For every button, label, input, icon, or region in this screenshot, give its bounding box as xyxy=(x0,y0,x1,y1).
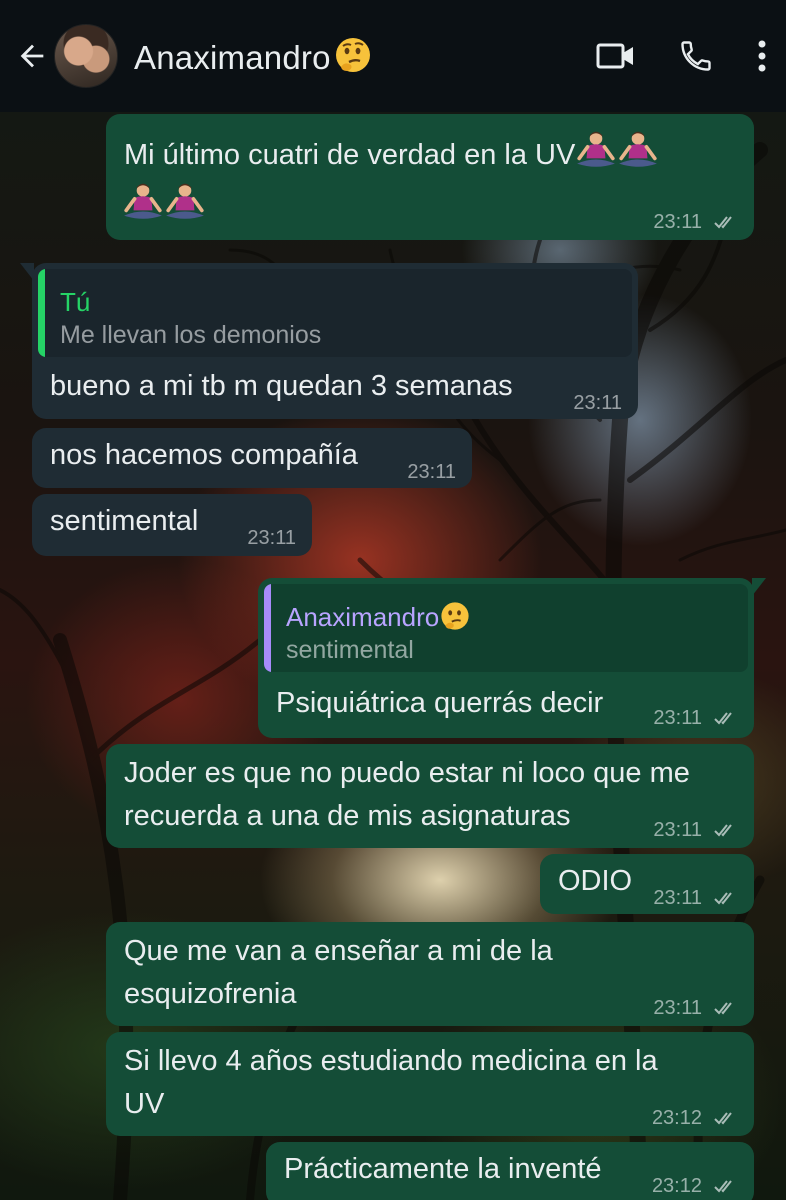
contact-name-text: Anaximandro xyxy=(134,39,331,76)
message-meta: 23:12 xyxy=(652,1106,738,1130)
message-meta: 23:11 xyxy=(653,818,738,842)
read-ticks-icon xyxy=(714,216,732,228)
message-text: sentimental xyxy=(50,505,199,537)
reply-author: Anaximandro xyxy=(286,602,440,632)
message-outgoing[interactable]: Si llevo 4 años estudiando medicina en l… xyxy=(106,1032,754,1136)
bubble-tail xyxy=(20,263,34,281)
message-text-line: esquizofrenia xyxy=(124,978,297,1010)
message-time: 23:12 xyxy=(651,1175,702,1197)
message-meta: 23:11 xyxy=(407,460,456,484)
message-time: 23:11 xyxy=(653,819,702,841)
read-ticks-icon xyxy=(714,712,732,724)
read-ticks-icon xyxy=(714,824,732,836)
message-outgoing[interactable]: ODIO 23:11 xyxy=(540,854,754,914)
message-incoming[interactable]: sentimental 23:11 xyxy=(32,494,312,556)
message-time: 23:12 xyxy=(651,1107,702,1129)
message-meta: 23:11 xyxy=(247,526,296,550)
message-text-line: UV xyxy=(124,1088,165,1120)
bubble-tail xyxy=(752,578,766,596)
message-text-line: recuerda a una de mis asignaturas xyxy=(124,800,571,832)
reply-quote[interactable]: Anaximandro sentimental xyxy=(264,584,748,672)
header-actions xyxy=(596,0,768,112)
read-ticks-icon xyxy=(714,1002,732,1014)
person-lotus-icon xyxy=(164,182,206,221)
message-meta: 23:11 xyxy=(653,886,738,910)
reply-author: Tú xyxy=(60,287,91,317)
message-meta: 23:11 xyxy=(573,391,622,415)
message-time: 23:11 xyxy=(653,997,702,1019)
message-outgoing[interactable]: Que me van a enseñar a mi de la esquizof… xyxy=(106,922,754,1026)
message-meta: 23:11 xyxy=(653,706,738,730)
thinking-face-icon xyxy=(441,602,469,630)
message-text: bueno a mi tb m quedan 3 semanas xyxy=(50,370,513,402)
read-ticks-icon xyxy=(714,1112,732,1124)
person-lotus-icon xyxy=(575,130,618,169)
message-time: 23:11 xyxy=(573,392,622,414)
read-ticks-icon xyxy=(714,892,732,904)
more-options-button[interactable] xyxy=(756,38,768,74)
message-text-line: Joder es que no puedo estar ni loco que … xyxy=(124,757,690,789)
video-call-icon xyxy=(596,43,633,69)
back-arrow-icon xyxy=(20,44,44,68)
message-text: Mi último cuatri de verdad en la UV xyxy=(124,139,576,171)
thinking-face-icon xyxy=(335,38,370,72)
message-text-line: Si llevo 4 años estudiando medicina en l… xyxy=(124,1045,658,1077)
voice-call-icon xyxy=(681,41,711,71)
message-text: ODIO xyxy=(558,865,633,897)
message-outgoing[interactable]: Anaximandro sentimental Psiquiátrica que… xyxy=(258,578,766,738)
voice-call-button[interactable] xyxy=(678,38,714,74)
message-meta: 23:11 xyxy=(653,996,738,1020)
person-lotus-icon xyxy=(122,182,164,221)
message-time: 23:11 xyxy=(247,527,296,549)
reply-author-container: Anaximandro xyxy=(286,596,471,639)
message-time: 23:11 xyxy=(407,461,456,483)
reply-quote-bar xyxy=(38,269,45,357)
more-vert-icon xyxy=(758,40,766,72)
message-meta: 23:12 xyxy=(652,1174,738,1198)
message-meta: 23:11 xyxy=(653,210,738,234)
message-incoming[interactable]: nos hacemos compañía 23:11 xyxy=(32,428,472,488)
message-text: Prácticamente la inventé xyxy=(284,1153,602,1185)
message-text: nos hacemos compañía xyxy=(50,439,358,471)
message-outgoing[interactable]: Prácticamente la inventé 23:12 xyxy=(266,1142,754,1200)
contact-name[interactable]: Anaximandro xyxy=(134,35,373,77)
reply-text: sentimental xyxy=(286,636,414,664)
person-lotus-icon xyxy=(617,130,660,169)
video-call-button[interactable] xyxy=(596,40,636,72)
message-time: 23:11 xyxy=(653,707,702,729)
chat-header: Anaximandro xyxy=(0,0,786,112)
reply-quote[interactable]: Tú Me llevan los demonios xyxy=(38,269,632,357)
message-incoming[interactable]: Tú Me llevan los demonios bueno a mi tb … xyxy=(20,263,638,419)
back-button[interactable] xyxy=(10,34,54,78)
message-outgoing[interactable]: Mi último cuatri de verdad en la UV 23:1… xyxy=(106,114,754,240)
message-time: 23:11 xyxy=(653,211,702,233)
reply-text: Me llevan los demonios xyxy=(60,321,322,349)
message-time: 23:11 xyxy=(653,887,702,909)
message-text-line: Que me van a enseñar a mi de la xyxy=(124,935,553,967)
message-outgoing[interactable]: Joder es que no puedo estar ni loco que … xyxy=(106,744,754,848)
message-list[interactable]: Mi último cuatri de verdad en la UV 23:1… xyxy=(0,112,786,1200)
read-ticks-icon xyxy=(714,1180,732,1192)
reply-quote-bar xyxy=(264,584,271,672)
contact-avatar[interactable] xyxy=(54,24,118,88)
message-text: Psiquiátrica querrás decir xyxy=(276,687,604,719)
